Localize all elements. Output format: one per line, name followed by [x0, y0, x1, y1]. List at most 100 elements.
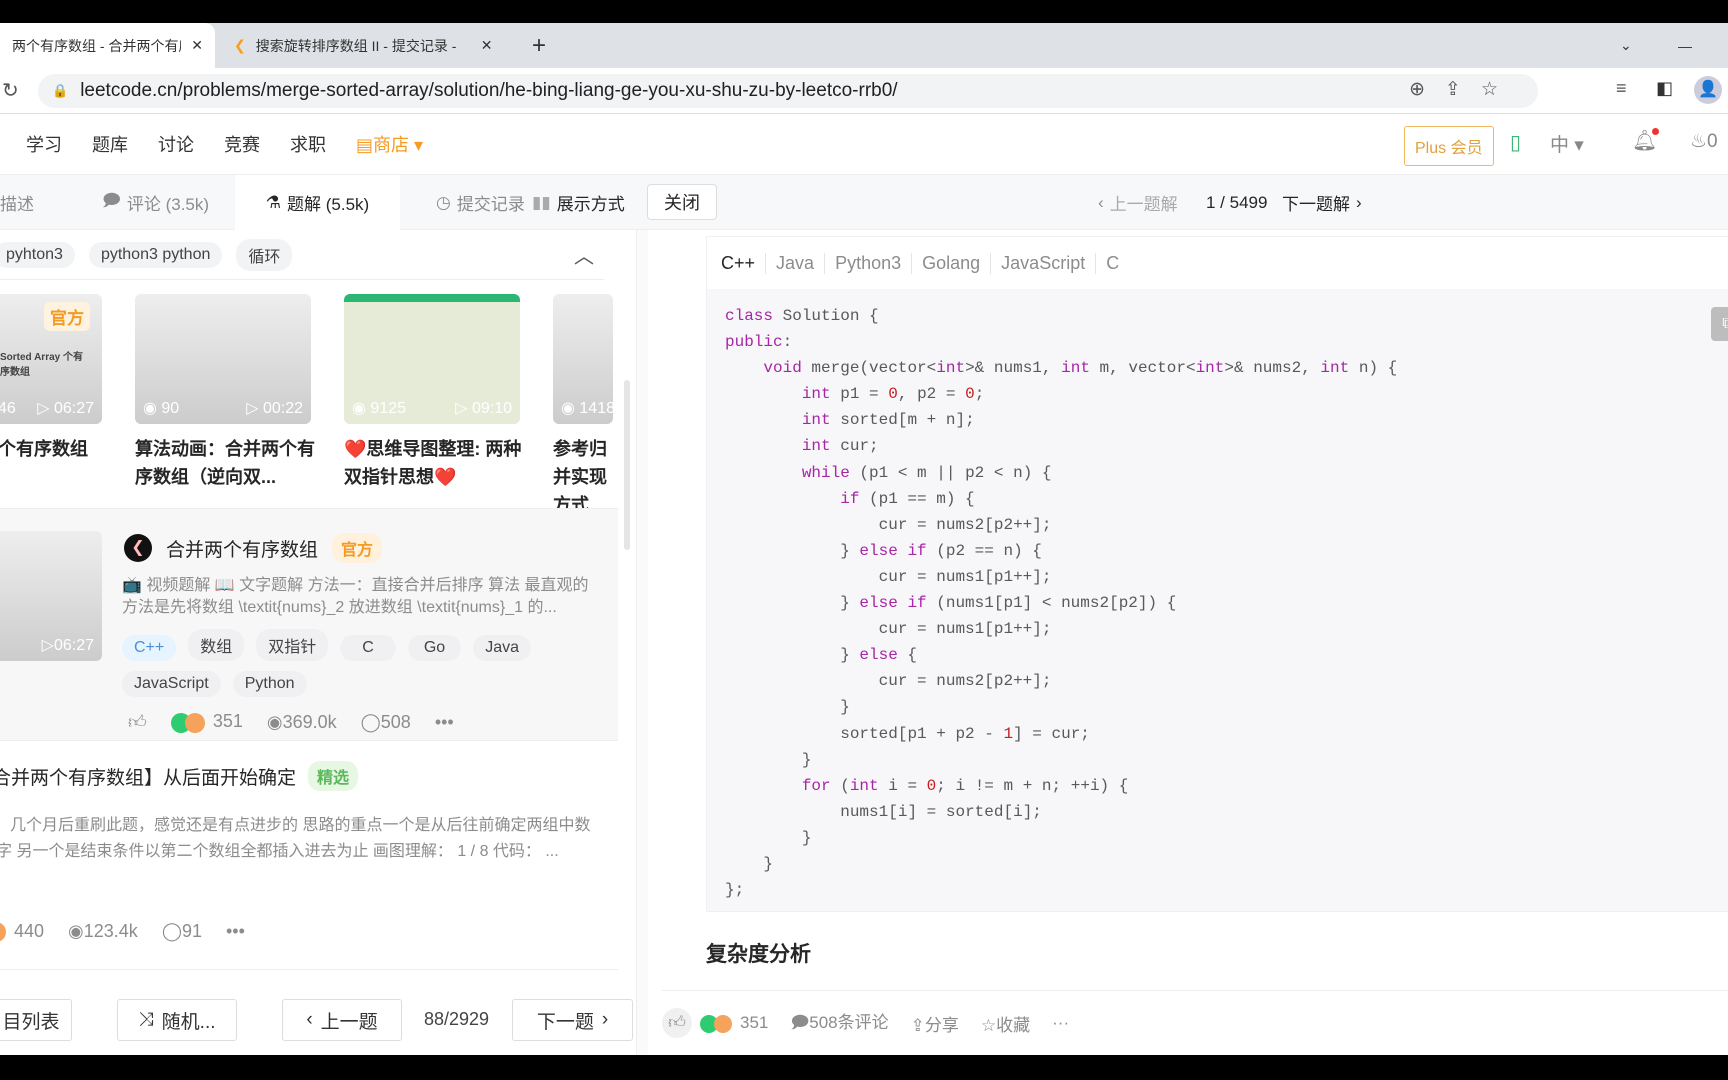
nav-contest[interactable]: 竞赛	[224, 131, 260, 157]
tag[interactable]: Java	[473, 635, 531, 661]
comment-count[interactable]: 508	[381, 712, 411, 732]
plus-member-button[interactable]: Plus 会员	[1404, 126, 1494, 166]
nav-jobs[interactable]: 求职	[290, 131, 326, 157]
prev-solution-button[interactable]: ‹ 上一题解	[1098, 175, 1178, 230]
nav-discuss[interactable]: 讨论	[158, 131, 194, 157]
random-button[interactable]: ⤨ 随机...	[117, 999, 237, 1041]
code-line: void merge(vector<int>& nums1, int m, ve…	[763, 359, 1398, 378]
solution-action-bar: 👍︎ 351 🗩508条评论 ⇪分享 ☆收藏 ···	[662, 990, 1728, 1055]
close-button[interactable]: 关闭	[647, 184, 717, 220]
lang-tab-python3[interactable]: Python3	[824, 252, 911, 274]
video-thumbnail[interactable]: ◉ 9125 ▷ 09:10	[344, 294, 520, 424]
code-line: public:	[725, 333, 793, 352]
lang-tab-golang[interactable]: Golang	[911, 252, 990, 274]
like-button[interactable]: 👍︎	[662, 1008, 692, 1038]
nav-study[interactable]: 学习	[26, 131, 62, 157]
reload-icon[interactable]: ↻	[2, 78, 19, 103]
tag[interactable]: Go	[407, 635, 462, 661]
store-icon: ▤	[356, 135, 374, 155]
code-line: }	[725, 698, 850, 717]
collapse-chevron-icon[interactable]: ︿	[574, 240, 594, 269]
author-avatar[interactable]: ❮	[124, 534, 152, 562]
tag[interactable]: Python	[232, 671, 307, 697]
solution-card[interactable]: 合并两个有序数组】从后面开始确定 精选 几个月后重刷此题，感觉还是有点进步的 思…	[0, 740, 618, 970]
code-line: }	[725, 750, 812, 769]
tag[interactable]: C	[340, 635, 396, 661]
filter-chip[interactable]: pyhton3	[0, 241, 75, 268]
profile-avatar[interactable]: 👤	[1694, 76, 1722, 104]
scrollbar[interactable]	[624, 380, 630, 550]
tab-description[interactable]: 描述	[0, 175, 34, 230]
video-title[interactable]: 算法动画：合并两个有序数组（逆向双...	[135, 435, 315, 491]
language-tabs: C++ Java Python3 Golang JavaScript C	[707, 237, 1728, 289]
next-solution-button[interactable]: 下一题解 ›	[1282, 175, 1362, 230]
code-line: } else if (nums1[p1] < nums2[p2]) {	[725, 594, 1177, 613]
video-thumbnail[interactable]: ◉ 1418	[553, 294, 613, 424]
shuffle-icon: ⤨	[138, 1009, 154, 1030]
close-tab-icon[interactable]: ✕	[481, 37, 493, 54]
video-title[interactable]: 参考归并实现方式	[553, 435, 613, 519]
video-thumbnail[interactable]: 官方 Sorted Array 个有序数组 46 ▷ 06:27	[0, 294, 102, 424]
solution-title[interactable]: 合并两个有序数组	[166, 535, 318, 562]
lang-tab-java[interactable]: Java	[765, 252, 824, 274]
solution-summary: 📺 视频题解 📖 文字题解 方法一：直接合并后排序 算法 最直观的方法是先将数组…	[122, 577, 589, 616]
zoom-share-bookmark-icons[interactable]: ⊕⇪☆	[1409, 78, 1518, 101]
problem-list-button[interactable]: 目列表	[0, 999, 72, 1041]
tab-solutions[interactable]: ⚗ 题解 (5.5k)	[235, 175, 400, 230]
copy-icon[interactable]: ⧉	[1711, 307, 1728, 341]
url-text: leetcode.cn/problems/merge-sorted-array/…	[80, 80, 898, 101]
filter-chip[interactable]: 循环	[236, 238, 293, 271]
lang-tab-javascript[interactable]: JavaScript	[990, 252, 1095, 274]
solution-card[interactable]: ▷06:27 ❮ 合并两个有序数组 官方 📺 视频题解 📖 文字题解 方法一：直…	[0, 508, 618, 740]
browser-tab[interactable]: ❮ 搜索旋转排序数组 II - 提交记录 - ✕	[222, 23, 507, 68]
video-title[interactable]: ❤️思维导图整理: 两种双指针思想❤️	[344, 435, 524, 491]
prev-problem-button[interactable]: ‹ 上一题	[282, 999, 402, 1041]
next-problem-button[interactable]: 下一题 ›	[512, 999, 633, 1041]
tab-submissions[interactable]: ◷ 提交记录	[436, 175, 525, 230]
mobile-app-icon[interactable]: ▯	[1510, 130, 1521, 155]
tag[interactable]: 数组	[188, 629, 245, 661]
lang-tab-c[interactable]: C	[1095, 252, 1129, 274]
comments-button[interactable]: 🗩508条评论	[790, 1008, 888, 1039]
tab-search-icon[interactable]: ⌄	[1608, 23, 1644, 68]
tag[interactable]: C++	[122, 635, 177, 661]
more-icon[interactable]: ···	[1052, 1013, 1069, 1033]
like-icon[interactable]: 👍︎	[128, 711, 147, 733]
tab-comments[interactable]: 🗩 评论 (3.5k)	[102, 175, 209, 230]
close-tab-icon[interactable]: ✕	[191, 37, 203, 54]
filter-chips: pyhton3 python3 python 循环 ︿	[0, 230, 604, 280]
notification-bell-icon[interactable]: 🔔︎	[1632, 128, 1660, 153]
share-button[interactable]: ⇪分享	[911, 1011, 959, 1036]
side-panel-icon[interactable]: ◧	[1656, 78, 1673, 99]
flask-icon: ⚗	[265, 192, 282, 212]
code-area[interactable]: class Solution {public: void merge(vecto…	[707, 289, 1728, 911]
video-thumbnail[interactable]: ◉ 90 ▷ 00:22	[135, 294, 311, 424]
solution-title[interactable]: 合并两个有序数组】从后面开始确定	[0, 763, 296, 790]
display-mode-button[interactable]: ▮▮ 展示方式	[532, 175, 625, 230]
favorite-button[interactable]: ☆收藏	[981, 1011, 1030, 1036]
solution-thumbnail[interactable]: ▷06:27	[0, 531, 102, 661]
more-icon[interactable]: •••	[435, 712, 454, 733]
tag[interactable]: 双指针	[256, 629, 329, 661]
new-tab-button[interactable]: +	[520, 23, 558, 68]
resize-handle[interactable]	[636, 230, 648, 1055]
url-field[interactable]: 🔒 leetcode.cn/problems/merge-sorted-array…	[38, 74, 1538, 108]
nav-store[interactable]: ▤商店 ▾	[356, 131, 423, 157]
reaction-icon	[0, 922, 6, 943]
comment-icon: ◯	[161, 921, 182, 942]
browser-tab-active[interactable]: 两个有序数组 - 合并两个有序 ✕	[0, 23, 215, 68]
points-flame-icon[interactable]: ♨0	[1690, 130, 1718, 153]
comment-count[interactable]: 91	[182, 921, 202, 941]
code-line: cur = nums2[p2++];	[878, 672, 1052, 691]
tag[interactable]: JavaScript	[122, 671, 221, 697]
filter-chip[interactable]: python3 python	[88, 241, 223, 268]
more-icon[interactable]: •••	[226, 921, 245, 942]
video-title[interactable]: 个有序数组	[0, 435, 88, 463]
code-line: };	[725, 881, 745, 900]
lang-tab-c++[interactable]: C++	[721, 253, 765, 274]
reading-list-icon[interactable]: ≡	[1616, 78, 1627, 99]
nav-problems[interactable]: 题库	[92, 131, 128, 157]
language-switch[interactable]: 中 ▾	[1550, 130, 1584, 157]
code-line: cur = nums2[p2++];	[878, 515, 1052, 534]
minimize-icon[interactable]: —	[1666, 23, 1704, 68]
